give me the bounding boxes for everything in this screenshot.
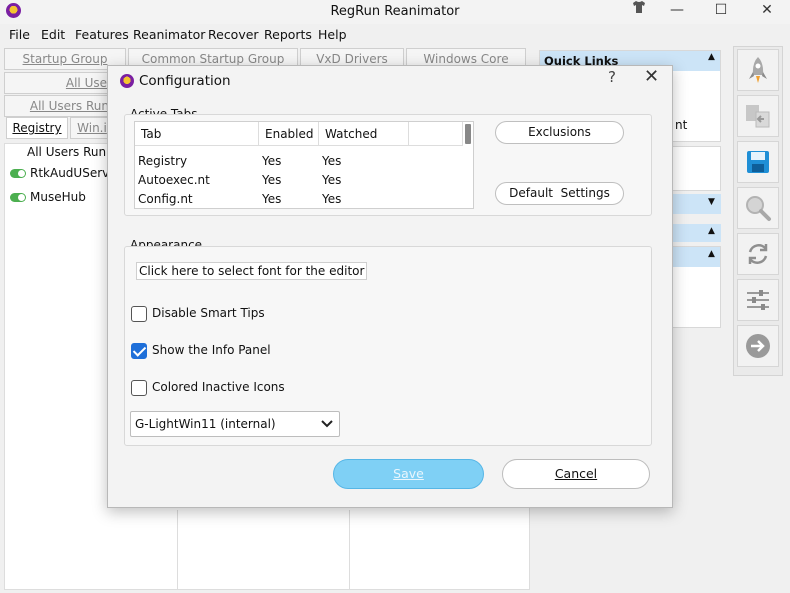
table-cell[interactable]: Autoexec.nt	[138, 173, 210, 187]
expand-arrow-icon[interactable]: ▼	[708, 197, 715, 207]
refresh-button[interactable]	[737, 233, 779, 275]
table-cell[interactable]: Yes	[262, 154, 281, 168]
skin-select-value: G-LightWin11 (internal)	[135, 417, 276, 431]
dialog-logo-icon	[120, 74, 134, 88]
skin-select[interactable]: G-LightWin11 (internal)	[130, 411, 340, 437]
search-button[interactable]	[737, 187, 779, 229]
table-cell[interactable]: Yes	[262, 192, 281, 206]
active-tabs-table[interactable]: Tab Enabled Watched Registry Yes Yes Aut…	[134, 121, 474, 209]
table-cell[interactable]: Yes	[322, 192, 341, 206]
shirt-icon[interactable]	[624, 0, 654, 22]
list-item[interactable]: MuseHub	[10, 190, 86, 204]
copy-icon	[746, 105, 770, 128]
maximize-button[interactable]: ☐	[706, 0, 736, 22]
next-button[interactable]	[737, 325, 779, 367]
partial-text: nt	[675, 118, 688, 132]
menu-reanimator[interactable]: Reanimator	[133, 27, 205, 42]
settings-sliders-icon	[747, 290, 769, 310]
show-info-panel-checkbox[interactable]	[131, 343, 147, 359]
column-divider	[349, 510, 350, 590]
list-header: All Users Run	[27, 145, 107, 159]
copy-button[interactable]	[737, 95, 779, 137]
column-header-enabled[interactable]: Enabled	[259, 122, 319, 146]
disable-smart-tips-checkbox[interactable]	[131, 306, 147, 322]
save-toolbar-button[interactable]	[737, 141, 779, 183]
table-scrollbar[interactable]	[465, 124, 471, 144]
save-button[interactable]: Save	[333, 459, 484, 489]
column-header-watched[interactable]: Watched	[319, 122, 409, 146]
show-info-panel-label[interactable]: Show the Info Panel	[152, 343, 271, 357]
column-divider	[177, 510, 178, 590]
select-font-link[interactable]: Click here to select font for the editor	[136, 262, 368, 280]
table-cell[interactable]: Yes	[322, 173, 341, 187]
table-cell[interactable]: Yes	[322, 154, 341, 168]
toggle-on-icon[interactable]	[10, 193, 26, 202]
chevron-down-icon	[321, 420, 333, 428]
table-cell[interactable]: Registry	[138, 154, 187, 168]
menu-features[interactable]: Features	[75, 27, 129, 42]
menu-edit[interactable]: Edit	[41, 27, 65, 42]
disable-smart-tips-label[interactable]: Disable Smart Tips	[152, 306, 265, 320]
list-item-label: RtkAudUServic	[30, 166, 120, 180]
side-toolbar	[733, 46, 783, 376]
tab-registry[interactable]: Registry	[6, 117, 68, 139]
settings-button[interactable]	[737, 279, 779, 321]
rocket-icon	[749, 57, 767, 83]
refresh-icon	[748, 244, 768, 264]
close-icon[interactable]: ✕	[644, 66, 659, 87]
column-header-empty	[409, 122, 463, 146]
collapse-arrow-icon[interactable]: ▲	[708, 52, 715, 62]
colored-inactive-icons-checkbox[interactable]	[131, 380, 147, 396]
default-settings-button[interactable]: Default Settings	[495, 182, 624, 205]
collapse-arrow-icon[interactable]: ▲	[708, 226, 715, 236]
collapse-arrow-icon[interactable]: ▲	[708, 249, 715, 259]
colored-inactive-icons-label[interactable]: Colored Inactive Icons	[152, 380, 285, 394]
exclusions-button[interactable]: Exclusions	[495, 121, 624, 144]
menu-reports[interactable]: Reports	[264, 27, 312, 42]
help-icon[interactable]: ?	[608, 68, 616, 86]
toggle-on-icon[interactable]	[10, 169, 26, 178]
table-cell[interactable]: Config.nt	[138, 192, 193, 206]
search-icon	[746, 196, 771, 221]
save-icon	[747, 151, 769, 173]
configuration-dialog: Configuration ? ✕ Active Tabs Tab Enable…	[107, 65, 673, 508]
cancel-button[interactable]: Cancel	[502, 459, 650, 489]
menu-recover[interactable]: Recover	[208, 27, 259, 42]
menu-file[interactable]: File	[9, 27, 30, 42]
dialog-title: Configuration	[139, 73, 231, 89]
rocket-button[interactable]	[737, 49, 779, 91]
column-header-tab[interactable]: Tab	[135, 122, 259, 146]
close-window-button[interactable]: ✕	[752, 0, 782, 22]
list-item-label: MuseHub	[30, 190, 86, 204]
minimize-button[interactable]: —	[662, 0, 692, 22]
next-arrow-icon	[746, 334, 770, 358]
menu-help[interactable]: Help	[318, 27, 347, 42]
list-item[interactable]: RtkAudUServic	[10, 166, 119, 180]
table-cell[interactable]: Yes	[262, 173, 281, 187]
